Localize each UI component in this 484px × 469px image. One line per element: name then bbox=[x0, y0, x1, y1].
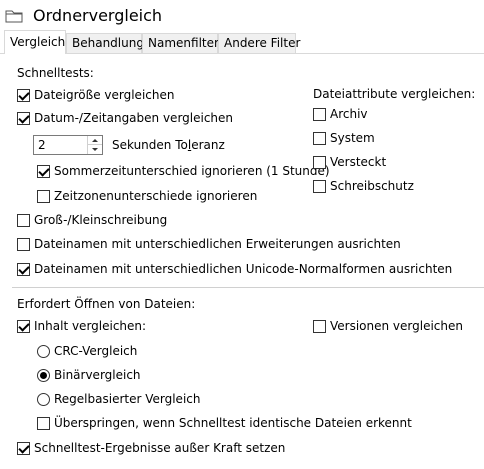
tolerance-label: Sekunden Toleranz bbox=[112, 138, 225, 152]
stepper-up-button[interactable] bbox=[88, 136, 102, 145]
window-title: Ordnervergleich bbox=[33, 6, 163, 25]
folder-icon bbox=[5, 10, 23, 23]
tab-namenfilter[interactable]: Namenfilter bbox=[142, 33, 219, 53]
stepper-buttons bbox=[87, 136, 102, 154]
stepper-down-button[interactable] bbox=[88, 145, 102, 154]
align-extensions-label: Dateinamen mit unterschiedlichen Erweite… bbox=[34, 237, 401, 251]
compare-datetime-checkbox[interactable] bbox=[17, 112, 30, 125]
tab-vergleich[interactable]: Vergleich bbox=[4, 30, 66, 54]
compare-size-label: Dateigröße vergleichen bbox=[34, 88, 175, 102]
ignore-dst-checkbox[interactable] bbox=[37, 165, 50, 178]
compare-content-checkbox[interactable] bbox=[17, 320, 30, 333]
tab-behandlung[interactable]: Behandlung bbox=[66, 33, 144, 53]
compare-content-label: Inhalt vergleichen: bbox=[34, 319, 147, 333]
tolerance-stepper[interactable]: 2 bbox=[33, 135, 103, 155]
crc-radio[interactable] bbox=[37, 345, 50, 358]
align-extensions-checkbox[interactable] bbox=[17, 238, 30, 251]
ignore-dst-label: Sommerzeitunterschied ignorieren (1 Stun… bbox=[54, 164, 330, 178]
case-sensitive-label: Groß-/Kleinschreibung bbox=[34, 213, 168, 227]
hidden-label: Versteckt bbox=[330, 155, 387, 169]
tolerance-value[interactable]: 2 bbox=[38, 138, 46, 152]
compare-versions-checkbox[interactable] bbox=[313, 320, 326, 333]
readonly-label: Schreibschutz bbox=[330, 179, 414, 193]
rule-based-radio[interactable] bbox=[37, 393, 50, 406]
override-results-checkbox[interactable] bbox=[17, 442, 30, 455]
ignore-timezone-label: Zeitzonenunterschiede ignorieren bbox=[54, 189, 258, 203]
readonly-checkbox[interactable] bbox=[313, 180, 326, 193]
section-divider bbox=[12, 287, 484, 288]
chevron-down-icon bbox=[92, 148, 98, 151]
system-checkbox[interactable] bbox=[313, 132, 326, 145]
system-label: System bbox=[330, 131, 375, 145]
ignore-timezone-checkbox[interactable] bbox=[37, 190, 50, 203]
tab-andere-filter[interactable]: Andere Filter bbox=[218, 33, 300, 53]
skip-identical-checkbox[interactable] bbox=[37, 417, 50, 430]
override-results-label: Schnelltest-Ergebnisse außer Kraft setze… bbox=[34, 441, 286, 455]
compare-versions-label: Versionen vergleichen bbox=[330, 319, 463, 333]
binary-label: Binärvergleich bbox=[54, 368, 141, 382]
binary-radio[interactable] bbox=[37, 369, 50, 382]
attributes-heading: Dateiattribute vergleichen: bbox=[313, 87, 476, 101]
quick-tests-heading: Schnelltests: bbox=[17, 66, 94, 80]
tab-divider bbox=[0, 53, 484, 54]
compare-size-checkbox[interactable] bbox=[17, 89, 30, 102]
rule-based-label: Regelbasierter Vergleich bbox=[54, 392, 201, 406]
compare-datetime-label: Datum-/Zeitangaben vergleichen bbox=[34, 111, 234, 125]
crc-label: CRC-Vergleich bbox=[54, 344, 138, 358]
case-sensitive-checkbox[interactable] bbox=[17, 214, 30, 227]
align-unicode-checkbox[interactable] bbox=[17, 263, 30, 276]
hidden-checkbox[interactable] bbox=[313, 156, 326, 169]
tab-bar: Vergleich Behandlung Namenfilter Andere … bbox=[0, 30, 484, 54]
align-unicode-label: Dateinamen mit unterschiedlichen Unicode… bbox=[34, 262, 453, 276]
archive-checkbox[interactable] bbox=[313, 108, 326, 121]
skip-identical-label: Überspringen, wenn Schnelltest identisch… bbox=[54, 416, 412, 430]
archive-label: Archiv bbox=[330, 107, 368, 121]
chevron-up-icon bbox=[92, 139, 98, 142]
file-open-heading: Erfordert Öffnen von Dateien: bbox=[17, 297, 196, 311]
